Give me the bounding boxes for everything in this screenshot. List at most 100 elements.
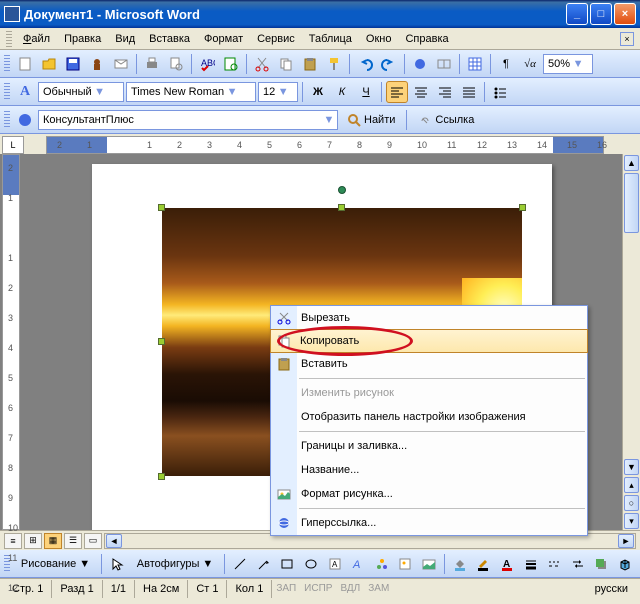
browse-next-button[interactable]: ▾ [624,513,639,529]
ctx-caption[interactable]: Название... [271,458,587,482]
link-button[interactable]: Ссылка [411,109,481,131]
rotate-handle[interactable] [338,186,346,194]
shadow-button[interactable] [591,553,613,575]
justify-button[interactable] [458,81,480,103]
horizontal-ruler[interactable]: 2112345678910111213141516 [46,136,604,154]
italic-button[interactable]: К [331,81,353,103]
3d-button[interactable] [614,553,636,575]
scroll-thumb[interactable] [624,173,639,233]
open-button[interactable] [38,53,60,75]
status-trk[interactable]: ИСПР [300,583,336,594]
arrow-style-button[interactable] [567,553,589,575]
insert-hyperlink-button[interactable] [409,53,431,75]
textbox-button[interactable]: A [324,553,346,575]
font-color-button[interactable]: A [496,553,518,575]
scroll-left-button[interactable]: ◄ [106,534,122,548]
menu-help[interactable]: Справка [398,31,455,47]
select-objects-button[interactable] [106,553,128,575]
print-preview-button[interactable] [165,53,187,75]
zoom-combo[interactable]: 50%▼ [543,54,593,74]
menu-edit[interactable]: Правка [57,31,108,47]
wordart-button[interactable]: A [347,553,369,575]
oval-button[interactable] [300,553,322,575]
copy-button[interactable] [275,53,297,75]
dash-style-button[interactable] [543,553,565,575]
menu-insert[interactable]: Вставка [142,31,197,47]
ctx-hyperlink[interactable]: Гиперссылка... [271,511,587,535]
status-rec[interactable]: ЗАП [272,583,300,594]
save-button[interactable] [62,53,84,75]
show-formatting-button[interactable]: ¶ [495,53,517,75]
consultant-combo[interactable]: КонсультантПлюс▼ [38,110,338,130]
font-size-combo[interactable]: 12▼ [258,82,298,102]
styles-pane-button[interactable]: A [14,81,36,103]
rectangle-button[interactable] [277,553,299,575]
menu-service[interactable]: Сервис [250,31,302,47]
menu-view[interactable]: Вид [108,31,142,47]
browse-prev-button[interactable]: ▴ [624,477,639,493]
ctx-cut[interactable]: Вырезать [271,306,587,330]
reading-view-button[interactable]: ▭ [84,533,102,549]
menu-window[interactable]: Окно [359,31,399,47]
scroll-right-button[interactable]: ► [618,534,634,548]
underline-button[interactable]: Ч [355,81,377,103]
align-center-button[interactable] [410,81,432,103]
ctx-show-panel[interactable]: Отобразить панель настройки изображения [271,405,587,429]
bullets-button[interactable] [489,81,511,103]
menu-format[interactable]: Формат [197,31,250,47]
print-button[interactable] [141,53,163,75]
font-combo[interactable]: Times New Roman▼ [126,82,256,102]
equation-button[interactable]: √α [519,53,541,75]
resize-handle-ml[interactable] [158,338,165,345]
web-view-button[interactable]: ⊞ [24,533,42,549]
style-combo[interactable]: Обычный▼ [38,82,124,102]
new-doc-button[interactable] [14,53,36,75]
drawing-menu[interactable]: Рисование ▼ [14,553,97,575]
bold-button[interactable]: Ж [307,81,329,103]
maximize-button[interactable]: □ [590,3,612,25]
scroll-up-button[interactable]: ▲ [624,155,639,171]
redo-button[interactable] [378,53,400,75]
clipart-button[interactable] [395,553,417,575]
format-painter-button[interactable] [323,53,345,75]
cut-button[interactable] [251,53,273,75]
research-button[interactable] [220,53,242,75]
spellcheck-button[interactable]: ABC [196,53,218,75]
ctx-borders[interactable]: Границы и заливка... [271,434,587,458]
menu-expand-icon[interactable]: × [620,32,634,46]
permissions-button[interactable] [86,53,108,75]
status-ovr[interactable]: ЗАМ [364,583,393,594]
scroll-down-button[interactable]: ▼ [624,459,639,475]
paste-button[interactable] [299,53,321,75]
print-layout-view-button[interactable]: ▦ [44,533,62,549]
diagram-button[interactable] [371,553,393,575]
consultant-icon[interactable] [14,109,36,131]
ctx-format-picture[interactable]: Формат рисунка... [271,482,587,506]
email-button[interactable] [110,53,132,75]
find-button[interactable]: Найти [340,109,402,131]
tab-selector[interactable]: L [2,136,24,154]
vertical-scrollbar[interactable]: ▲ ▼ ▴ ○ ▾ [622,154,640,530]
outline-view-button[interactable]: ☰ [64,533,82,549]
autoshapes-menu[interactable]: Автофигуры ▼ [130,553,220,575]
align-right-button[interactable] [434,81,456,103]
menu-table[interactable]: Таблица [302,31,359,47]
fill-color-button[interactable] [449,553,471,575]
status-language[interactable]: русски [587,580,636,598]
align-left-button[interactable] [386,81,408,103]
close-button[interactable]: × [614,3,636,25]
resize-handle-tr[interactable] [519,204,526,211]
browse-object-button[interactable]: ○ [624,495,639,511]
undo-button[interactable] [354,53,376,75]
resize-handle-tm[interactable] [338,204,345,211]
insert-picture-button[interactable] [418,553,440,575]
normal-view-button[interactable]: ≡ [4,533,22,549]
insert-table-button[interactable] [464,53,486,75]
ctx-paste[interactable]: Вставить [271,352,587,376]
vertical-ruler[interactable]: 21123456789101112 [2,154,20,530]
tables-borders-button[interactable] [433,53,455,75]
status-ext[interactable]: ВДЛ [336,583,364,594]
arrow-button[interactable] [253,553,275,575]
minimize-button[interactable]: _ [566,3,588,25]
resize-handle-bl[interactable] [158,473,165,480]
